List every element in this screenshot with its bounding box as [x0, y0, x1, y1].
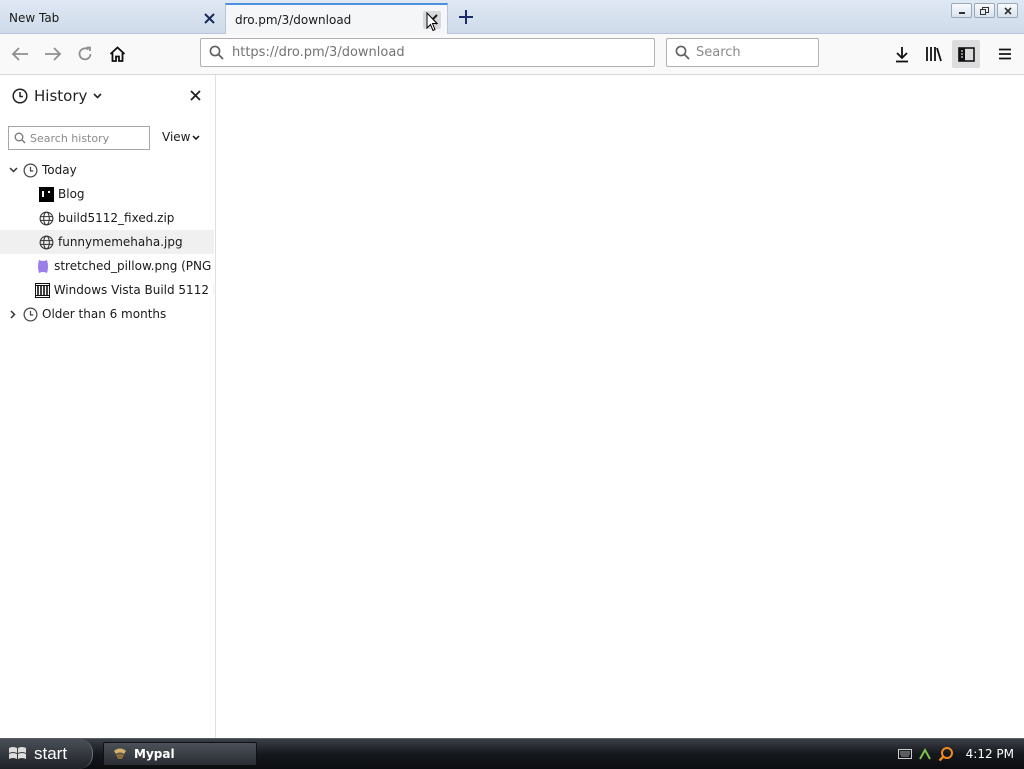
- group-label: Today: [42, 163, 77, 177]
- forward-arrow-icon: [45, 47, 62, 61]
- window-controls: [951, 3, 1018, 18]
- back-arrow-icon: [11, 47, 28, 61]
- blog-favicon-icon: [38, 186, 54, 202]
- search-tray-icon[interactable]: [938, 746, 954, 762]
- reload-button[interactable]: [71, 40, 99, 68]
- navigation-toolbar: https://dro.pm/3/download Search: [0, 34, 1024, 75]
- chevron-down-icon: [93, 93, 102, 99]
- home-button[interactable]: [103, 40, 131, 68]
- reload-icon: [78, 46, 92, 61]
- library-icon: [926, 47, 942, 62]
- mypal-app-icon: [112, 747, 128, 761]
- search-history-input[interactable]: Search history: [8, 126, 150, 150]
- system-tray: 4:12 PM: [897, 739, 1024, 769]
- clock-icon: [22, 306, 38, 322]
- url-bar[interactable]: https://dro.pm/3/download: [200, 38, 655, 67]
- history-item-label: Blog: [58, 187, 85, 201]
- history-item-label: build5112_fixed.zip: [58, 211, 175, 225]
- sidebar-title: History: [34, 87, 88, 105]
- minimize-button[interactable]: [951, 3, 972, 18]
- home-icon: [109, 46, 125, 62]
- chevron-right-icon[interactable]: [6, 309, 20, 319]
- start-button[interactable]: start: [0, 739, 93, 769]
- clock-icon: [12, 88, 28, 104]
- history-item[interactable]: Windows Vista Build 5112 F...: [0, 278, 214, 302]
- search-history-placeholder: Search history: [30, 131, 110, 145]
- new-tab-button[interactable]: [454, 6, 478, 28]
- history-sidebar: History Search history View Today Blog b…: [0, 75, 216, 738]
- forward-button[interactable]: [39, 40, 67, 68]
- taskbar: start Mypal 4:12 PM: [0, 738, 1024, 769]
- sidebar-close-button[interactable]: [187, 87, 203, 103]
- tab-strip: New Tab dro.pm/3/download: [0, 0, 1024, 34]
- chevron-down-icon[interactable]: [6, 167, 20, 173]
- search-placeholder: Search: [696, 45, 741, 60]
- history-tree: Today Blog build5112_fixed.zip funnymeme…: [0, 158, 214, 326]
- history-item[interactable]: Blog: [0, 182, 214, 206]
- plus-icon: [459, 10, 473, 24]
- chevron-down-icon: [192, 134, 201, 140]
- search-icon: [675, 45, 690, 60]
- view-label: View: [162, 130, 191, 144]
- history-group-today[interactable]: Today: [0, 158, 214, 182]
- history-item-label: funnymemehaha.jpg: [58, 235, 183, 249]
- history-item-label: Windows Vista Build 5112 F...: [53, 283, 214, 297]
- pillow-image-icon: [35, 258, 50, 274]
- archive-building-icon: [34, 282, 50, 298]
- download-icon: [896, 46, 908, 62]
- downloads-button[interactable]: [888, 40, 916, 68]
- mouse-cursor-icon: [426, 11, 439, 35]
- group-label: Older than 6 months: [42, 307, 167, 321]
- globe-icon: [38, 234, 54, 250]
- windows-logo-icon: [8, 745, 28, 763]
- back-button[interactable]: [6, 40, 34, 68]
- tab-label: dro.pm/3/download: [235, 12, 352, 27]
- tab-dro-pm-download[interactable]: dro.pm/3/download: [225, 3, 448, 34]
- close-tab-icon[interactable]: [200, 9, 218, 27]
- globe-icon: [38, 210, 54, 226]
- page-content[interactable]: [216, 75, 1024, 738]
- taskbar-item-mypal[interactable]: Mypal: [103, 742, 257, 766]
- search-bar[interactable]: Search: [666, 38, 819, 67]
- clock-icon: [22, 162, 38, 178]
- tab-label: New Tab: [9, 11, 60, 25]
- library-button[interactable]: [920, 40, 948, 68]
- start-label: start: [34, 744, 68, 763]
- clock: 4:12 PM: [965, 747, 1014, 761]
- close-icon: [189, 89, 201, 101]
- history-group-older[interactable]: Older than 6 months: [0, 302, 214, 326]
- hamburger-menu-icon: [999, 48, 1011, 60]
- keyboard-icon[interactable]: [897, 749, 912, 759]
- restore-button[interactable]: [974, 3, 995, 18]
- menu-button[interactable]: [991, 40, 1019, 68]
- history-item[interactable]: build5112_fixed.zip: [0, 206, 214, 230]
- history-item-label: stretched_pillow.png (PNG ...: [54, 259, 214, 273]
- sidebar-icon: [957, 46, 975, 62]
- sidebar-switcher[interactable]: History: [12, 87, 102, 105]
- url-text: https://dro.pm/3/download: [232, 45, 405, 60]
- tab-new-tab[interactable]: New Tab: [0, 3, 224, 33]
- taskbar-item-label: Mypal: [134, 747, 175, 761]
- close-window-button[interactable]: [997, 3, 1018, 18]
- search-icon: [209, 45, 224, 60]
- history-item[interactable]: stretched_pillow.png (PNG ...: [0, 254, 214, 278]
- history-item[interactable]: funnymemehaha.jpg: [0, 230, 214, 254]
- sidebar-toggle-button[interactable]: [952, 40, 980, 68]
- network-icon[interactable]: [918, 747, 932, 761]
- search-icon: [14, 132, 26, 144]
- view-menu-button[interactable]: View: [162, 130, 201, 144]
